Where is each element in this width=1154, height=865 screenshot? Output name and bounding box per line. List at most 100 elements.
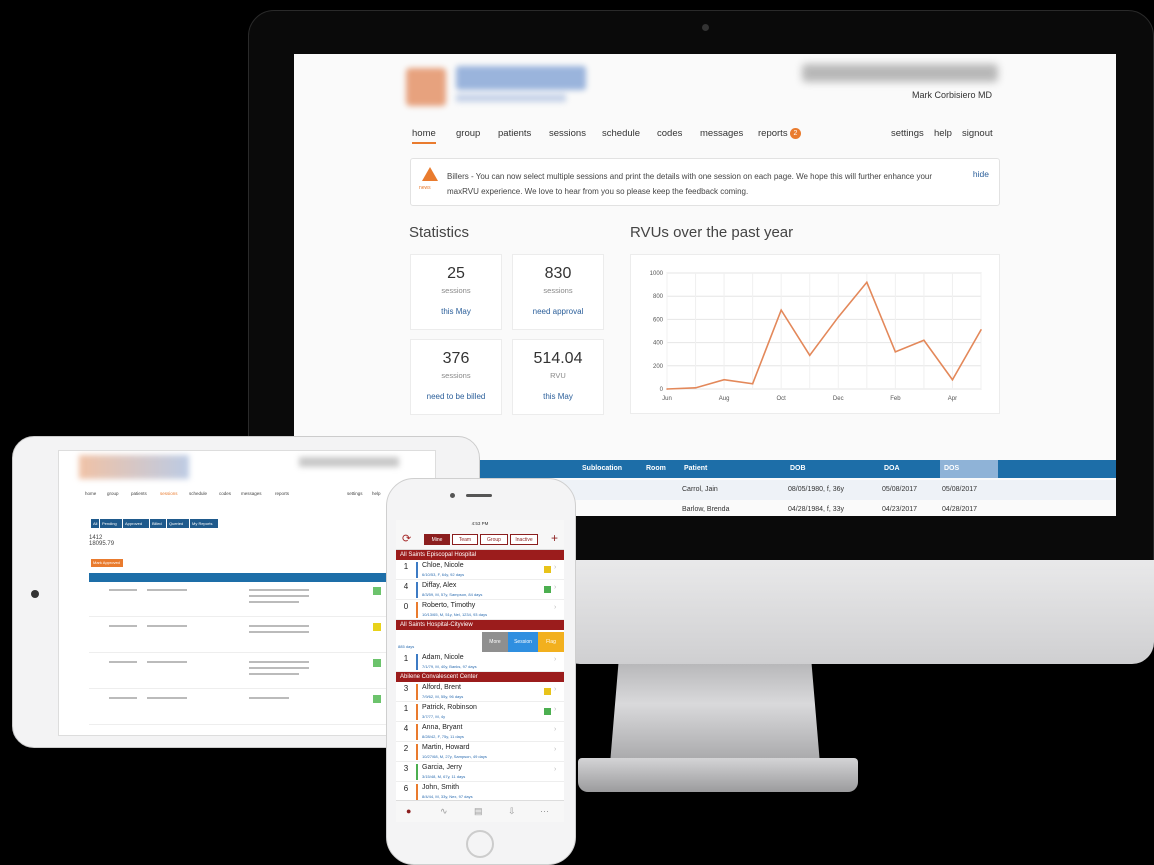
table-row[interactable]: [89, 691, 389, 725]
tablet-nav-item[interactable]: reports: [275, 491, 289, 496]
stat-card[interactable]: 376 sessions need to be billed: [410, 339, 502, 415]
priority-bar: [416, 602, 418, 618]
nav-reports[interactable]: reports: [758, 128, 788, 139]
patient-row[interactable]: 4 Diffay, Alex 8/3/59, M, 57y, Sampson, …: [396, 580, 564, 600]
col-dos[interactable]: DOS: [940, 460, 998, 478]
patient-row[interactable]: 2 Martin, Howard 10/27/68, M, 27y, Samps…: [396, 742, 564, 762]
segment-inactive[interactable]: Inactive: [510, 534, 538, 545]
document-tab-icon[interactable]: ▤: [474, 806, 483, 817]
table-row[interactable]: [89, 583, 389, 617]
more-tab-icon[interactable]: ⋯: [540, 806, 549, 817]
patient-details: 3/15/48, M, 67y, 11 days: [422, 774, 466, 779]
col-patient[interactable]: Patient: [680, 460, 784, 478]
nav-home[interactable]: home: [412, 128, 436, 144]
session-count: 3: [403, 684, 409, 693]
patient-row[interactable]: 4 Anna, Bryant 8/28/42, F, 75y, 11 days …: [396, 722, 564, 742]
nav-messages[interactable]: messages: [700, 128, 743, 139]
hospital-group-header: All Saints Episcopal Hospital: [396, 550, 564, 560]
stat-card[interactable]: 25 sessions this May: [410, 254, 502, 330]
patient-row[interactable]: 1 Adam, Nicole 7/1/79, M, 40y, Banks, 97…: [396, 652, 564, 672]
patient-details: 3/7/77, M, 4y: [422, 714, 446, 719]
tablet-nav-item[interactable]: patients: [131, 491, 147, 496]
news-notice: news Billers - You can now select multip…: [410, 158, 1000, 206]
phone-toolbar: ⟳ Mine Team Group Inactive +: [396, 528, 564, 550]
status-badge: [373, 695, 381, 703]
patients-tab-icon[interactable]: ●: [406, 806, 411, 816]
tablet-nav-item[interactable]: settings: [347, 491, 363, 496]
table-row[interactable]: [89, 655, 389, 689]
nav-sessions[interactable]: sessions: [549, 128, 586, 139]
nav-patients[interactable]: patients: [498, 128, 531, 139]
tablet-tab[interactable]: All: [91, 519, 99, 528]
session-count: 4: [403, 582, 409, 591]
tablet-tab[interactable]: Pending: [100, 519, 122, 528]
col-sublocation[interactable]: Sublocation: [578, 460, 640, 478]
col-dob[interactable]: DOB: [786, 460, 878, 478]
add-icon[interactable]: +: [551, 532, 558, 544]
patient-row[interactable]: 3 Alford, Brent 7/9/62, M, 55y, 96 days …: [396, 682, 564, 702]
tablet-nav-item[interactable]: group: [107, 491, 119, 496]
data-point: [837, 316, 840, 318]
chevron-right-icon: ›: [554, 766, 557, 773]
patient-row[interactable]: 1 Chloe, Nicole 6/10/53, F, 64y, 92 days…: [396, 560, 564, 580]
table-row[interactable]: [89, 619, 389, 653]
chevron-right-icon: ›: [554, 706, 557, 713]
priority-bar: [416, 764, 418, 780]
stat-unit: RVU: [550, 371, 566, 380]
rvu-chart-svg: 0 200 400 600 800 1000 Jun Aug Oct Dec Feb Apr: [650, 271, 982, 402]
activity-tab-icon[interactable]: ∿: [440, 806, 448, 817]
segment-group[interactable]: Group: [480, 534, 508, 545]
stat-caption[interactable]: need approval: [513, 307, 603, 316]
tablet-nav-item[interactable]: codes: [219, 491, 231, 496]
patient-row[interactable]: 1 Patrick, Robinson 3/7/77, M, 4y ›: [396, 702, 564, 722]
chevron-right-icon: ›: [554, 686, 557, 693]
stat-card[interactable]: 514.04 RVU this May: [512, 339, 604, 415]
flag-action-button[interactable]: Flag: [538, 632, 564, 652]
tablet-tab[interactable]: Approved: [123, 519, 149, 528]
segment-mine[interactable]: Mine: [424, 534, 450, 545]
stat-caption[interactable]: this May: [411, 307, 501, 316]
tablet-tab[interactable]: Billed: [150, 519, 166, 528]
iphone-camera-icon: [450, 493, 455, 498]
mark-approved-button[interactable]: Mark Approved: [91, 559, 123, 567]
patient-details: 6/10/53, F, 64y, 92 days: [422, 572, 465, 577]
iphone-speaker: [466, 494, 492, 497]
nav-signout[interactable]: signout: [962, 128, 993, 139]
tablet-tab[interactable]: My Reports: [190, 519, 218, 528]
stat-card[interactable]: 830 sessions need approval: [512, 254, 604, 330]
patient-row[interactable]: 6 John, Smith 8/4/44, M, 33y, Nex, 97 da…: [396, 782, 564, 802]
notice-line-2: maxRVU experience. We love to hear from …: [447, 187, 749, 196]
phone-tab-bar: ● ∿ ▤ ⇩ ⋯: [396, 800, 564, 822]
more-action-button[interactable]: More: [482, 632, 508, 652]
nav-help[interactable]: help: [934, 128, 952, 139]
cell-patient[interactable]: Barlow, Brenda: [682, 500, 729, 516]
refresh-icon[interactable]: ⟳: [402, 533, 411, 545]
patient-row[interactable]: 0 Roberto, Timothy 10/13/65, M, 51y, Nel…: [396, 600, 564, 620]
download-tab-icon[interactable]: ⇩: [508, 806, 516, 817]
data-point: [808, 354, 811, 357]
tablet-nav-item[interactable]: sessions: [160, 491, 178, 496]
hide-notice-link[interactable]: hide: [973, 169, 989, 179]
stat-caption[interactable]: this May: [513, 392, 603, 401]
tablet-nav-item[interactable]: help: [372, 491, 381, 496]
col-room[interactable]: Room: [642, 460, 678, 478]
session-action-button[interactable]: Session: [508, 632, 538, 652]
stat-value: 830: [544, 265, 572, 282]
tablet-nav-item[interactable]: messages: [241, 491, 262, 496]
nav-settings[interactable]: settings: [891, 128, 924, 139]
tablet-tab[interactable]: Queried: [167, 519, 189, 528]
stat-caption[interactable]: need to be billed: [411, 392, 501, 401]
nav-group[interactable]: group: [456, 128, 480, 139]
patient-row[interactable]: 3 Garcia, Jerry 3/15/48, M, 67y, 11 days…: [396, 762, 564, 782]
segment-team[interactable]: Team: [452, 534, 478, 545]
cell-dob: 04/28/1984, f, 33y: [788, 506, 845, 513]
tablet-nav-item[interactable]: schedule: [189, 491, 207, 496]
chevron-right-icon: ›: [554, 604, 557, 611]
y-tick-label: 400: [653, 341, 664, 347]
nav-schedule[interactable]: schedule: [602, 128, 640, 139]
series-line: [666, 280, 982, 390]
cell-patient[interactable]: Carrol, Jain: [682, 480, 718, 500]
col-doa[interactable]: DOA: [880, 460, 938, 478]
tablet-nav-item[interactable]: home: [85, 491, 96, 496]
nav-codes[interactable]: codes: [657, 128, 682, 139]
